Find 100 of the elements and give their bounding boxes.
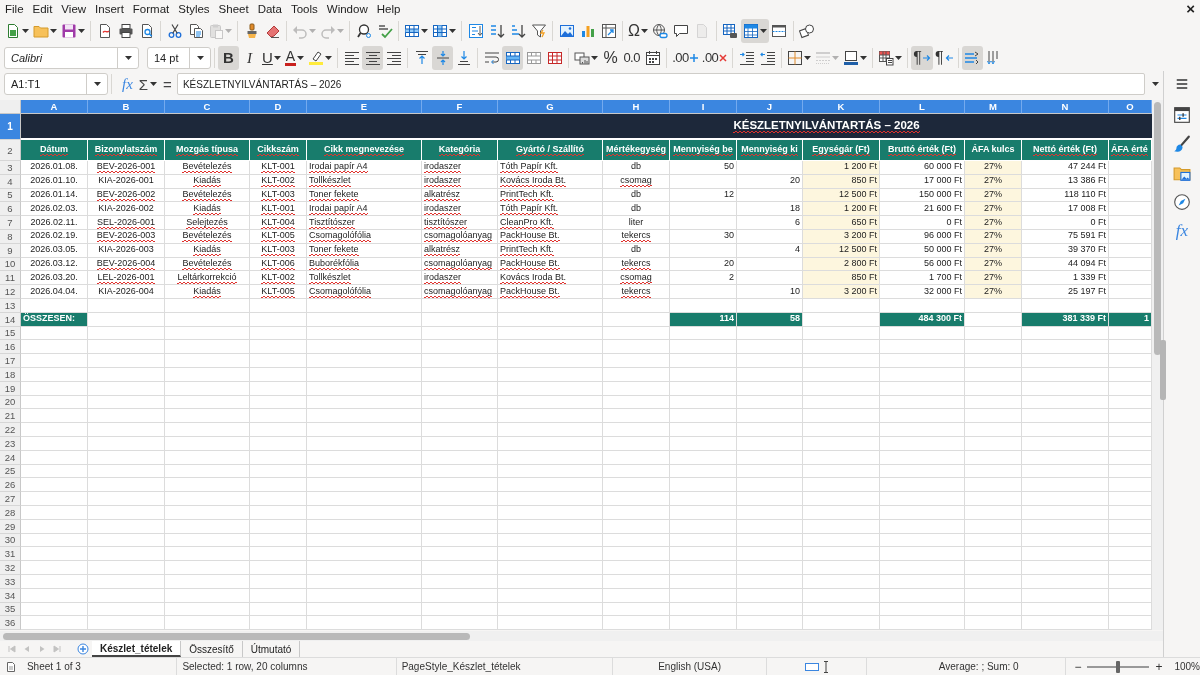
table-grid-icon: [404, 23, 420, 39]
column-header[interactable]: F: [422, 100, 498, 114]
scissors-icon: [166, 23, 183, 39]
column-header[interactable]: N: [1022, 100, 1109, 114]
caret-icon: [309, 29, 316, 33]
font-color-button[interactable]: A: [282, 45, 307, 70]
text-horizontal-button[interactable]: [961, 45, 983, 70]
row-header[interactable]: 22: [0, 423, 21, 437]
menu-item[interactable]: View: [57, 0, 91, 18]
column-header[interactable]: L: [880, 100, 965, 114]
column-header[interactable]: E: [307, 100, 422, 114]
menu-item[interactable]: Data: [253, 0, 286, 18]
row-header[interactable]: 12: [0, 285, 21, 299]
add-decimal-button[interactable]: .00: [670, 45, 700, 70]
calendar-icon: [644, 49, 661, 66]
row-header[interactable]: 27: [0, 492, 21, 506]
menu-item[interactable]: Styles: [174, 0, 214, 18]
italic-button[interactable]: I: [239, 45, 260, 70]
copy-icon: [187, 23, 204, 39]
row-header[interactable]: 6: [0, 202, 21, 217]
delete-decimal-button[interactable]: .00: [699, 45, 730, 70]
formula-button[interactable]: =: [160, 73, 175, 95]
row-header[interactable]: 11: [0, 271, 21, 286]
column-header[interactable]: D: [250, 100, 307, 114]
split-window-icon: [771, 23, 788, 39]
horizontal-scrollbar-thumb[interactable]: [3, 632, 470, 640]
menu-item[interactable]: Window: [322, 0, 372, 18]
row-header[interactable]: 1: [0, 114, 21, 140]
redo-arrow-icon: [320, 23, 336, 39]
text-cursor-icon: [822, 660, 829, 673]
menu-item[interactable]: Format: [128, 0, 174, 18]
align-center-button[interactable]: [362, 45, 384, 70]
freeze-rows-button[interactable]: [740, 19, 769, 43]
close-document-button[interactable]: ×: [1181, 0, 1200, 18]
caret-icon: [124, 55, 132, 60]
column-heading: Dátum: [21, 140, 88, 161]
row-header[interactable]: 21: [0, 409, 21, 424]
column-header[interactable]: C: [165, 100, 250, 114]
font-name-field[interactable]: Calibri: [4, 46, 139, 69]
spellcheck-icon: [376, 23, 393, 39]
column-header[interactable]: K: [803, 100, 880, 114]
caret-icon: [325, 55, 333, 60]
percent-button[interactable]: %: [600, 45, 622, 70]
row-header[interactable]: 2: [0, 140, 21, 161]
total-cell: 484 300 Ft: [880, 312, 965, 327]
add-sheet-button[interactable]: [76, 642, 90, 656]
row-header[interactable]: 31: [0, 547, 21, 562]
column-header[interactable]: G: [498, 100, 603, 114]
left-to-right-button[interactable]: ¶: [911, 45, 933, 70]
column-header[interactable]: J: [737, 100, 803, 114]
row-header[interactable]: 7: [0, 216, 21, 230]
row-header[interactable]: 17: [0, 354, 21, 368]
column-header[interactable]: I: [670, 100, 737, 114]
merge-center-button[interactable]: [502, 45, 524, 70]
underline-button[interactable]: U: [260, 45, 283, 70]
sum-button[interactable]: Σ: [135, 73, 161, 95]
row-header[interactable]: 32: [0, 561, 21, 575]
name-box[interactable]: A1:T1: [4, 73, 108, 95]
menu-item[interactable]: Insert: [91, 0, 128, 18]
line-style-icon: [815, 49, 832, 66]
caret-icon: [640, 29, 648, 33]
bold-button[interactable]: B: [218, 45, 239, 70]
menu-item[interactable]: Tools: [286, 0, 322, 18]
merge-center-icon: [504, 49, 521, 66]
sheet-tab[interactable]: Készlet_tételek: [92, 641, 182, 657]
menu-item[interactable]: File: [1, 0, 28, 18]
right-to-left-button[interactable]: ¶: [932, 45, 955, 70]
row-header[interactable]: 3: [0, 161, 21, 175]
sidebar-collapse-handle[interactable]: [1160, 340, 1166, 400]
rectangle-icon: [804, 661, 819, 672]
zoom-out-button[interactable]: −: [1072, 658, 1084, 675]
row-header[interactable]: 26: [0, 478, 21, 493]
vertical-scrollbar-thumb[interactable]: [1154, 102, 1161, 355]
special-character-button[interactable]: Ω: [626, 19, 650, 43]
standard-format-button[interactable]: 0.0: [621, 45, 643, 70]
sort-icon: [467, 23, 484, 39]
left-arrow-icon: [944, 53, 953, 62]
column-header[interactable]: A: [21, 100, 88, 114]
column-heading: Bruttó érték (Ft): [880, 140, 965, 161]
column-heading: Cikkszám: [250, 140, 307, 161]
menu-item[interactable]: Help: [372, 0, 405, 18]
menu-item[interactable]: Edit: [28, 0, 57, 18]
decrease-indent-icon: [759, 49, 776, 66]
column-header[interactable]: B: [88, 100, 165, 114]
row-header[interactable]: 16: [0, 340, 21, 355]
font-size-field[interactable]: 14 pt: [147, 46, 211, 69]
zoom-in-button[interactable]: +: [1153, 658, 1165, 675]
column-header[interactable]: H: [603, 100, 670, 114]
row-header[interactable]: 36: [0, 616, 21, 630]
currency-format-icon: [574, 49, 591, 66]
formula-input[interactable]: KÉSZLETNYILVÁNTARTÁS – 2026: [176, 73, 1146, 95]
caret-icon: [1151, 82, 1159, 86]
table-cell: 27%: [965, 285, 1022, 299]
horizontal-text-icon: [964, 49, 981, 66]
caret-icon: [804, 55, 812, 60]
menu-item[interactable]: Sheet: [214, 0, 253, 18]
zoom-slider-thumb[interactable]: [1116, 660, 1121, 673]
column-header[interactable]: M: [965, 100, 1022, 114]
column-header[interactable]: O: [1109, 100, 1152, 114]
caret-icon: [50, 29, 57, 33]
